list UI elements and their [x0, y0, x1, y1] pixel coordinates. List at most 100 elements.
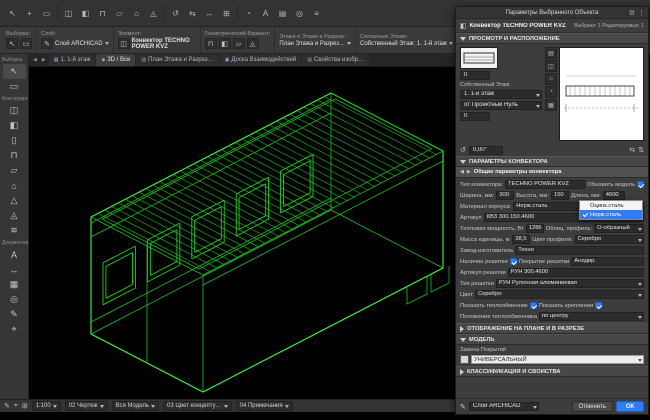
grille-article-field[interactable]: РУН 300.4600 — [508, 268, 644, 277]
power-field[interactable]: 1286 — [526, 224, 544, 233]
section-model[interactable]: МОДЕЛЬ — [456, 334, 648, 345]
arrow-tool-icon[interactable]: ↖ — [3, 64, 26, 79]
slab-tool-icon[interactable]: ▱ — [113, 7, 126, 20]
3d-canvas[interactable] — [29, 67, 455, 399]
cancel-button[interactable]: Отменить — [572, 401, 613, 412]
target-icon[interactable]: ⌖ — [14, 402, 18, 410]
layers-icon[interactable]: ▤ — [276, 7, 289, 20]
arrow-tool-icon[interactable]: ↖ — [6, 7, 19, 20]
infobox-story-display-group[interactable]: Этажи и Этажи в Разрезе: План Этажа и Ра… — [275, 27, 356, 53]
dropdown-option[interactable]: Оцинк.сталь — [580, 201, 642, 210]
toolbox-section-title[interactable]: Выборка — [0, 55, 28, 64]
layer-value[interactable]: Слой ARCHICAD — [55, 41, 103, 47]
offset-input[interactable]: 0 — [460, 112, 490, 121]
ok-button[interactable]: ОК — [616, 401, 644, 412]
zone-tool-icon[interactable]: ◎ — [3, 292, 26, 307]
gear-icon[interactable]: ⚙ — [629, 9, 635, 17]
grid-icon[interactable]: ⊞ — [22, 402, 28, 410]
preview-3d-icon[interactable]: ◔ — [545, 86, 557, 98]
pen-tool-icon[interactable]: ✎ — [3, 307, 26, 322]
grille-checkbox[interactable] — [510, 258, 517, 265]
slab-tool-icon[interactable]: ▱ — [3, 163, 26, 178]
tab-interaction-board[interactable]: ▣ Доска Взаимодействий — [220, 54, 302, 66]
geometry-variant-icon[interactable]: ◬ — [247, 38, 259, 49]
marquee-icon[interactable]: ▭ — [20, 38, 32, 49]
section-preview-placement[interactable]: ПРОСМОТР И РАСПОЛОЖЕНИЕ — [456, 33, 648, 44]
factory-field[interactable]: Техно — [515, 246, 644, 255]
dropdown-option-selected[interactable]: Нерж.сталь — [580, 210, 642, 219]
angle-input[interactable]: 0 — [460, 71, 490, 80]
pencil-icon[interactable]: ✎ — [4, 402, 10, 410]
tab-nav-back-icon[interactable]: ◀ — [31, 54, 39, 66]
grille-color-select[interactable]: Серебро — [475, 290, 644, 299]
home-story-value[interactable]: Собственный Этаж: 1. 1-й этаж — [360, 41, 447, 47]
dialog-titlebar[interactable]: Параметры Выбранного Объекта ⚙ ⋮ — [456, 7, 648, 19]
object-preview[interactable] — [559, 47, 644, 141]
revision-selector[interactable]: 04 Примечания — [236, 401, 293, 411]
hx-position-select[interactable]: по центру — [539, 312, 644, 321]
infobox-element-group[interactable]: Элемент: ◫ Конвектор TECHNO POWER KVZ — [114, 27, 201, 53]
geometry-variant-icon[interactable]: ▱ — [233, 38, 245, 49]
door-tool-icon[interactable]: ◧ — [79, 7, 92, 20]
preview-front-icon[interactable]: ◫ — [545, 60, 557, 72]
mesh-tool-icon[interactable]: ◬ — [3, 208, 26, 223]
surface-swatch[interactable] — [460, 355, 469, 364]
tab-plan-section[interactable]: ▥ План Этажа и Разрез… — [136, 54, 218, 66]
section-classification[interactable]: КЛАССИФИКАЦИЯ И СВОЙСТВА — [456, 366, 648, 377]
infobox-layer-group[interactable]: Слой: ✎ Слой ARCHICAD — [37, 27, 114, 53]
beam-tool-icon[interactable]: ⊓ — [3, 148, 26, 163]
window-tool-icon[interactable]: ▯ — [3, 133, 26, 148]
section-plan-display[interactable]: ОТОБРАЖЕНИЕ НА ПЛАНЕ И В РАЗРЕЗЕ — [456, 323, 648, 334]
grille-cover-field[interactable]: Анодир. — [571, 257, 644, 266]
show-heat-exchanger-checkbox[interactable] — [530, 302, 537, 309]
tab-floor-plan[interactable]: ▦ 1. 1-й этаж — [49, 54, 96, 66]
hotspot-tool-icon[interactable]: ⌖ — [3, 322, 26, 337]
height-field[interactable]: 150 — [551, 191, 569, 200]
rotate-icon[interactable]: ↺ — [169, 7, 182, 20]
layer-select[interactable]: Слой ARCHICAD — [469, 402, 539, 411]
profile-color-select[interactable]: Серебро — [575, 235, 644, 244]
dimension-tool-icon[interactable]: ↔ — [3, 262, 26, 277]
page-back-icon[interactable]: ◀ — [460, 169, 464, 175]
arrow-icon[interactable]: ↖ — [6, 38, 18, 49]
infobox-home-story-group[interactable]: Связанные Этажи: Собственный Этаж: 1. 1-… — [356, 27, 458, 53]
shell-tool-icon[interactable]: △ — [3, 193, 26, 208]
roof-tool-icon[interactable]: ⌂ — [130, 7, 143, 20]
section-convector-params[interactable]: ПАРАМЕТРЫ КОНВЕКТОРА — [456, 156, 648, 167]
kebab-menu-icon[interactable]: ⋮ — [638, 9, 645, 17]
element-name[interactable]: Конвектор TECHNO POWER KVZ — [132, 38, 196, 50]
rotation-input[interactable]: 0,00° — [469, 146, 503, 155]
wall-tool-icon[interactable]: ◫ — [3, 103, 26, 118]
length-field[interactable]: 4600 — [603, 191, 625, 200]
stretch-icon[interactable]: ↔ — [203, 7, 216, 20]
wall-tool-icon[interactable]: ◫ — [62, 7, 75, 20]
profile-select[interactable]: О-образный — [594, 224, 644, 233]
mass-field[interactable]: 38,5 — [512, 235, 530, 244]
text-tool-icon[interactable]: A — [259, 7, 272, 20]
menu-icon[interactable]: ≡ — [310, 7, 323, 20]
object-name[interactable]: Конвектор TECHNO POWER KVZ — [470, 23, 572, 29]
rotate-icon[interactable]: ↺ — [460, 146, 466, 154]
datum-select[interactable]: от Проектный Нуль — [460, 101, 542, 110]
tab-nav-forward-icon[interactable]: ▶ — [40, 54, 48, 66]
scale-selector[interactable]: 1:100 — [32, 401, 61, 411]
geometry-variant-icon[interactable]: ◧ — [219, 38, 231, 49]
zoom-icon[interactable]: ◎ — [293, 7, 306, 20]
grille-type-select[interactable]: РУН Рулонная алюминиевая — [496, 279, 644, 288]
surface-select[interactable]: УНИВЕРСАЛЬНЫЙ — [471, 355, 644, 364]
flip-vertical-icon[interactable]: ⇅ — [638, 146, 644, 154]
preview-plan-icon[interactable]: ▤ — [545, 47, 557, 59]
camera-icon[interactable]: ◔ — [242, 7, 255, 20]
roof-tool-icon[interactable]: ⌂ — [3, 178, 26, 193]
preview-side-icon[interactable]: ⌂ — [545, 73, 557, 85]
fill-tool-icon[interactable]: ▦ — [3, 277, 26, 292]
text-tool-icon[interactable]: A — [3, 247, 26, 262]
toolbox-section-title[interactable]: Конструирование — [0, 94, 28, 103]
show-mounts-checkbox[interactable] — [595, 302, 602, 309]
beam-tool-icon[interactable]: ⊓ — [96, 7, 109, 20]
page-forward-icon[interactable]: ▶ — [467, 169, 471, 175]
add-icon[interactable]: + — [23, 7, 36, 20]
mirror-icon[interactable]: ⇆ — [629, 146, 635, 154]
mesh-tool-icon[interactable]: ◬ — [147, 7, 160, 20]
pen-set-selector[interactable]: 02 Чертеж — [65, 401, 108, 411]
